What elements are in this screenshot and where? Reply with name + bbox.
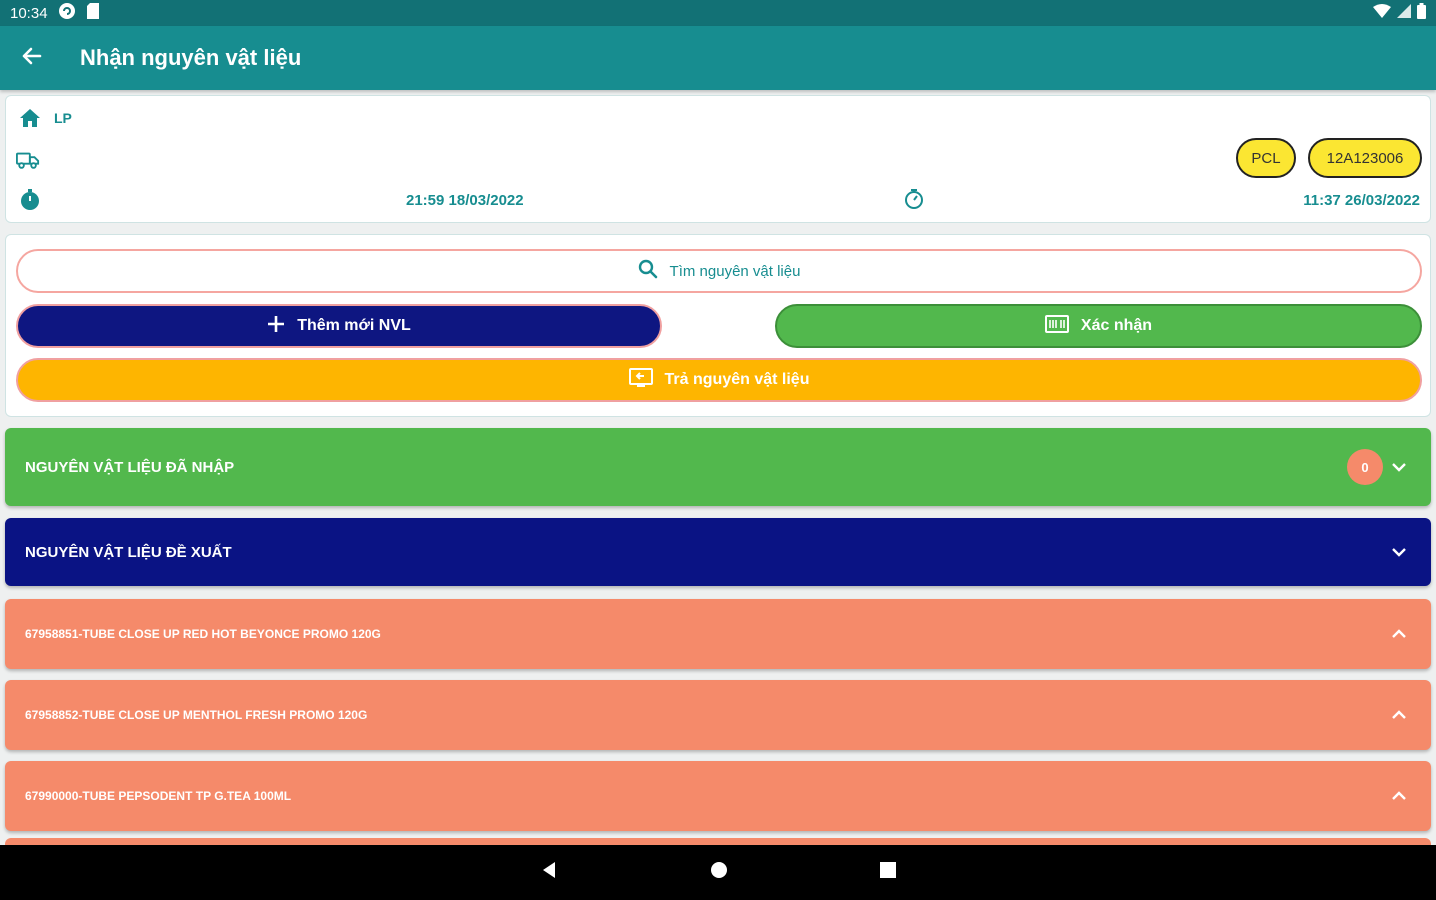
material-item[interactable]: 67958852-TUBE CLOSE UP MENTHOL FRESH PRO… <box>5 680 1431 750</box>
add-material-button[interactable]: Thêm mới NVL <box>16 304 662 348</box>
start-time: 21:59 18/03/2022 <box>406 192 524 209</box>
material-item-label: 67990000-TUBE PEPSODENT TP G.TEA 100ML <box>25 789 292 803</box>
nav-recents-icon[interactable] <box>879 861 897 884</box>
return-material-label: Trả nguyên vật liệu <box>664 371 810 388</box>
material-item-label: 67958852-TUBE CLOSE UP MENTHOL FRESH PRO… <box>25 708 368 722</box>
material-item[interactable]: 67990000-TUBE PEPSODENT TP G.TEA 100ML <box>5 761 1431 831</box>
count-badge: 0 <box>1347 449 1383 485</box>
wifi-icon <box>1373 4 1391 22</box>
timer-icon <box>903 188 925 215</box>
battery-icon <box>1417 3 1426 23</box>
nav-back-icon[interactable] <box>539 860 559 885</box>
search-input[interactable]: Tìm nguyên vật liệu <box>16 249 1422 293</box>
scan-icon <box>1044 314 1069 338</box>
chevron-down-icon <box>1389 457 1409 477</box>
action-card: Tìm nguyên vật liệu Thêm mới NVL Xác nhậ… <box>5 234 1431 417</box>
chevron-down-icon <box>1389 542 1409 562</box>
info-card: LP PCL 12A123006 21:59 18/03/2022 11:37 … <box>5 95 1431 223</box>
search-placeholder: Tìm nguyên vật liệu <box>669 262 801 280</box>
proposed-section-header[interactable]: NGUYÊN VẬT LIỆU ĐỀ XUẤT <box>5 518 1431 586</box>
add-material-label: Thêm mới NVL <box>297 317 411 334</box>
search-icon <box>638 259 658 283</box>
received-section-header[interactable]: NGUYÊN VẬT LIỆU ĐÃ NHẬP 0 <box>5 428 1431 506</box>
end-time: 11:37 26/03/2022 <box>1303 192 1420 209</box>
home-icon <box>18 106 42 130</box>
nav-home-icon[interactable] <box>709 860 729 885</box>
sync-icon <box>58 2 76 24</box>
page-title: Nhận nguyên vật liệu <box>80 45 302 70</box>
signal-icon <box>1397 4 1411 22</box>
system-nav-bar <box>0 845 1436 900</box>
arrow-left-icon <box>20 45 42 72</box>
status-time: 10:34 <box>10 4 48 22</box>
confirm-button[interactable]: Xác nhận <box>775 304 1422 348</box>
proposed-section-title: NGUYÊN VẬT LIỆU ĐỀ XUẤT <box>25 543 232 561</box>
truck-icon <box>16 148 40 172</box>
chip-line: PCL <box>1236 138 1296 178</box>
plus-icon <box>267 315 285 338</box>
chevron-up-icon <box>1389 705 1409 725</box>
chevron-up-icon <box>1389 624 1409 644</box>
chevron-up-icon <box>1389 786 1409 806</box>
location-code: LP <box>54 110 72 126</box>
clock-start-icon <box>18 188 42 212</box>
material-item-label: 67958851-TUBE CLOSE UP RED HOT BEYONCE P… <box>25 627 381 641</box>
material-item[interactable]: 67958851-TUBE CLOSE UP RED HOT BEYONCE P… <box>5 599 1431 669</box>
return-icon <box>628 367 653 393</box>
status-bar: 10:34 <box>0 0 1436 26</box>
back-button[interactable] <box>0 26 62 90</box>
sd-card-icon <box>86 2 100 24</box>
return-material-button[interactable]: Trả nguyên vật liệu <box>16 358 1422 402</box>
received-section-title: NGUYÊN VẬT LIỆU ĐÃ NHẬP <box>25 458 235 476</box>
app-bar: Nhận nguyên vật liệu <box>0 26 1436 90</box>
chip-vehicle: 12A123006 <box>1308 138 1422 178</box>
confirm-label: Xác nhận <box>1080 317 1153 334</box>
